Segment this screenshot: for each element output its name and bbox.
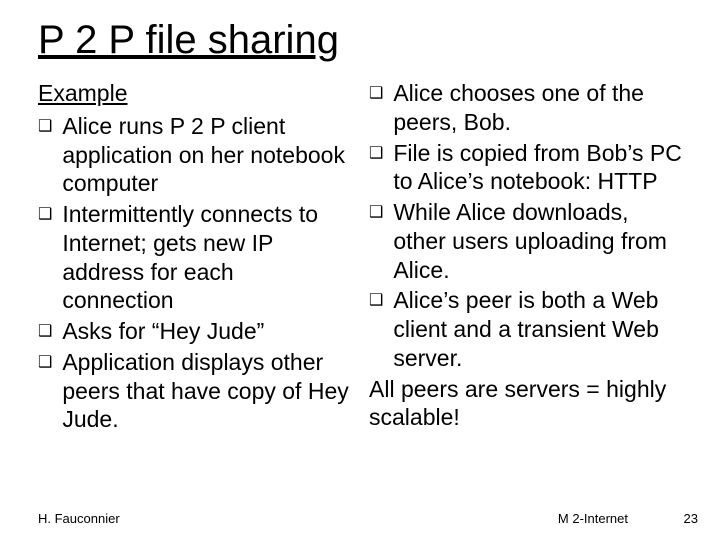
example-heading: Example: [38, 79, 351, 108]
list-item: ❑ File is copied from Bob’s PC to Alice’…: [369, 139, 682, 197]
bullet-text: Alice’s peer is both a Web client and a …: [393, 286, 682, 372]
bullet-text: Application displays other peers that ha…: [62, 348, 351, 434]
bullet-icon: ❑: [38, 200, 52, 315]
footer-author: H. Fauconnier: [38, 511, 120, 526]
bullet-text: File is copied from Bob’s PC to Alice’s …: [393, 139, 682, 197]
content-columns: Example ❑ Alice runs P 2 P client applic…: [38, 79, 682, 436]
bullet-text: While Alice downloads, other users uploa…: [393, 198, 682, 284]
footer-page: 23: [684, 511, 698, 526]
list-item: ❑ Asks for “Hey Jude”: [38, 317, 351, 346]
list-item: ❑ Intermittently connects to Internet; g…: [38, 200, 351, 315]
left-column: Example ❑ Alice runs P 2 P client applic…: [38, 79, 351, 436]
bullet-text: Asks for “Hey Jude”: [62, 317, 351, 346]
bullet-icon: ❑: [369, 139, 383, 197]
bullet-icon: ❑: [369, 286, 383, 372]
slide: P 2 P file sharing Example ❑ Alice runs …: [0, 0, 720, 540]
list-item: ❑ Alice’s peer is both a Web client and …: [369, 286, 682, 372]
list-item: ❑ Application displays other peers that …: [38, 348, 351, 434]
bullet-icon: ❑: [369, 79, 383, 137]
bullet-icon: ❑: [38, 348, 52, 434]
list-item: ❑ Alice chooses one of the peers, Bob.: [369, 79, 682, 137]
list-item: ❑ Alice runs P 2 P client application on…: [38, 112, 351, 198]
footer-course: M 2-Internet: [558, 511, 628, 526]
bullet-text: Alice runs P 2 P client application on h…: [62, 112, 351, 198]
bullet-icon: ❑: [369, 198, 383, 284]
list-item: ❑ While Alice downloads, other users upl…: [369, 198, 682, 284]
footer: H. Fauconnier M 2-Internet 23: [38, 511, 698, 526]
bullet-icon: ❑: [38, 112, 52, 198]
slide-title: P 2 P file sharing: [38, 18, 682, 63]
bullet-icon: ❑: [38, 317, 52, 346]
closing-text: All peers are servers = highly scalable!: [369, 375, 682, 433]
bullet-text: Intermittently connects to Internet; get…: [62, 200, 351, 315]
bullet-text: Alice chooses one of the peers, Bob.: [393, 79, 682, 137]
right-column: ❑ Alice chooses one of the peers, Bob. ❑…: [369, 79, 682, 436]
